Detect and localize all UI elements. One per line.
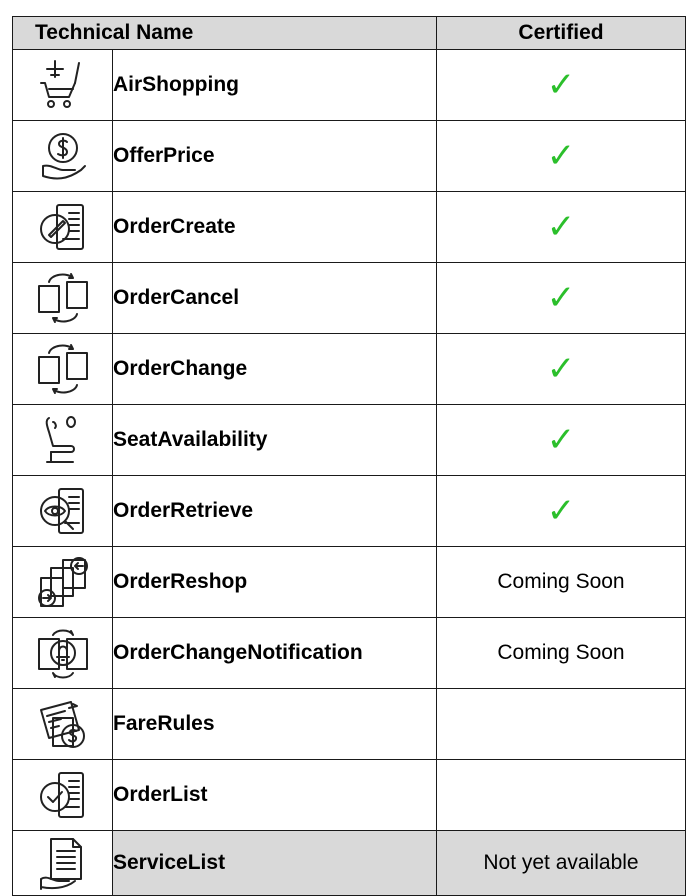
- ordercancel-icon: [12, 262, 113, 334]
- row-name: OfferPrice: [112, 120, 437, 192]
- checkmark-icon: ✓: [546, 136, 576, 176]
- row-certified: ✓: [436, 262, 686, 334]
- row-status: Coming Soon: [436, 617, 686, 689]
- table-row: OrderCreate ✓: [12, 191, 686, 263]
- servicelist-icon: [12, 830, 113, 896]
- checkmark-icon: ✓: [546, 420, 576, 460]
- table-row: SeatAvailability ✓: [12, 404, 686, 476]
- table-row: OrderList: [12, 759, 686, 831]
- table-row: AirShopping ✓: [12, 49, 686, 121]
- row-name: OrderList: [112, 759, 437, 831]
- checkmark-icon: ✓: [546, 491, 576, 531]
- row-name: FareRules: [112, 688, 437, 760]
- row-name: OrderReshop: [112, 546, 437, 618]
- row-name: SeatAvailability: [112, 404, 437, 476]
- row-name: OrderCancel: [112, 262, 437, 334]
- orderchange-icon: [12, 333, 113, 405]
- checkmark-icon: ✓: [546, 349, 576, 389]
- table-row: OrderReshop Coming Soon: [12, 546, 686, 618]
- table-row: OrderCancel ✓: [12, 262, 686, 334]
- header-certified: Certified: [436, 16, 686, 50]
- table-row: OrderChange ✓: [12, 333, 686, 405]
- row-name: OrderRetrieve: [112, 475, 437, 547]
- checkmark-icon: ✓: [546, 278, 576, 318]
- row-status: [436, 759, 686, 831]
- table-header-row: Technical Name Certified: [12, 16, 686, 50]
- row-certified: ✓: [436, 404, 686, 476]
- seatavailability-icon: [12, 404, 113, 476]
- table-row: ServiceList Not yet available: [12, 830, 686, 896]
- orderreshop-icon: [12, 546, 113, 618]
- ordercreate-icon: [12, 191, 113, 263]
- row-certified: ✓: [436, 120, 686, 192]
- row-certified: ✓: [436, 333, 686, 405]
- row-name: AirShopping: [112, 49, 437, 121]
- farerules-icon: [12, 688, 113, 760]
- orderchangenotification-icon: [12, 617, 113, 689]
- api-certification-table: Technical Name Certified AirShopping ✓ O…: [12, 16, 686, 896]
- row-name: ServiceList: [112, 830, 437, 896]
- checkmark-icon: ✓: [546, 65, 576, 105]
- table-row: OrderChangeNotification Coming Soon: [12, 617, 686, 689]
- row-certified: ✓: [436, 475, 686, 547]
- row-status: Coming Soon: [436, 546, 686, 618]
- row-certified: ✓: [436, 191, 686, 263]
- row-name: OrderCreate: [112, 191, 437, 263]
- table-row: OrderRetrieve ✓: [12, 475, 686, 547]
- header-technical-name: Technical Name: [12, 16, 437, 50]
- orderlist-icon: [12, 759, 113, 831]
- row-name: OrderChange: [112, 333, 437, 405]
- orderretrieve-icon: [12, 475, 113, 547]
- airshopping-icon: [12, 49, 113, 121]
- checkmark-icon: ✓: [546, 207, 576, 247]
- table-row: FareRules: [12, 688, 686, 760]
- row-status: Not yet available: [436, 830, 686, 896]
- row-certified: ✓: [436, 49, 686, 121]
- row-name: OrderChangeNotification: [112, 617, 437, 689]
- offerprice-icon: [12, 120, 113, 192]
- row-status: [436, 688, 686, 760]
- table-row: OfferPrice ✓: [12, 120, 686, 192]
